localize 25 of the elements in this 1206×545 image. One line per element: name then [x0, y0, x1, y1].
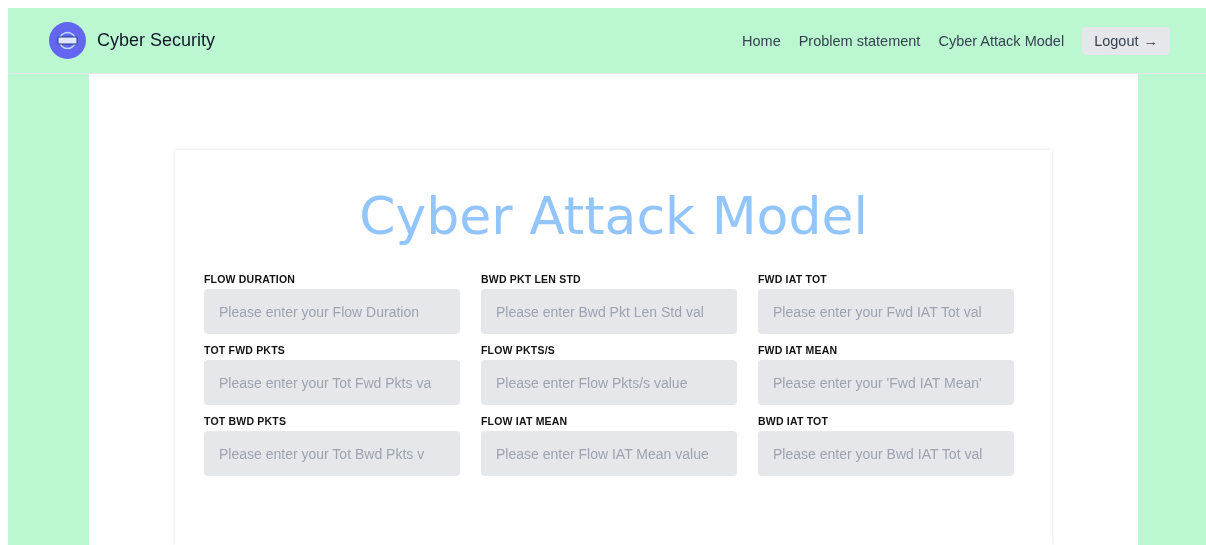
- field-label: FWD IAT TOT: [758, 273, 828, 286]
- input-field[interactable]: Please enter Flow Pkts/s value: [481, 360, 737, 406]
- input-field[interactable]: Please enter your Fwd IAT Tot val: [758, 289, 1014, 335]
- field-label: FWD IAT MEAN: [758, 344, 839, 357]
- field-label: BWD IAT TOT: [758, 415, 830, 428]
- field-label: FLOW DURATION: [204, 273, 297, 286]
- input-field[interactable]: Please enter Flow IAT Mean value: [481, 431, 737, 477]
- field-label: FLOW PKTS/S: [481, 344, 556, 357]
- field-label: FLOW IAT MEAN: [481, 415, 569, 428]
- globe-logo-icon: [49, 22, 86, 59]
- nav-link[interactable]: Home: [742, 32, 781, 49]
- field-label: TOT BWD PKTS: [204, 415, 288, 428]
- nav-link[interactable]: Problem statement: [798, 32, 921, 49]
- input-field[interactable]: Please enter your Bwd IAT Tot val: [758, 431, 1014, 477]
- input-field[interactable]: Please enter your 'Fwd IAT Mean': [758, 360, 1014, 406]
- field-label: TOT FWD PKTS: [204, 344, 286, 357]
- logout-button[interactable]: Logout →: [1082, 26, 1170, 55]
- input-field[interactable]: Please enter Bwd Pkt Len Std val: [481, 289, 737, 335]
- input-field[interactable]: Please enter your Tot Bwd Pkts v: [204, 431, 460, 477]
- brand-name: Cyber Security: [97, 30, 216, 51]
- field-label: BWD PKT LEN STD: [481, 273, 582, 286]
- page-title: Cyber Attack Model: [358, 188, 869, 246]
- input-field[interactable]: Please enter your Flow Duration: [204, 289, 460, 335]
- input-field[interactable]: Please enter your Tot Fwd Pkts va: [204, 360, 460, 406]
- nav-link[interactable]: Cyber Attack Model: [938, 32, 1065, 49]
